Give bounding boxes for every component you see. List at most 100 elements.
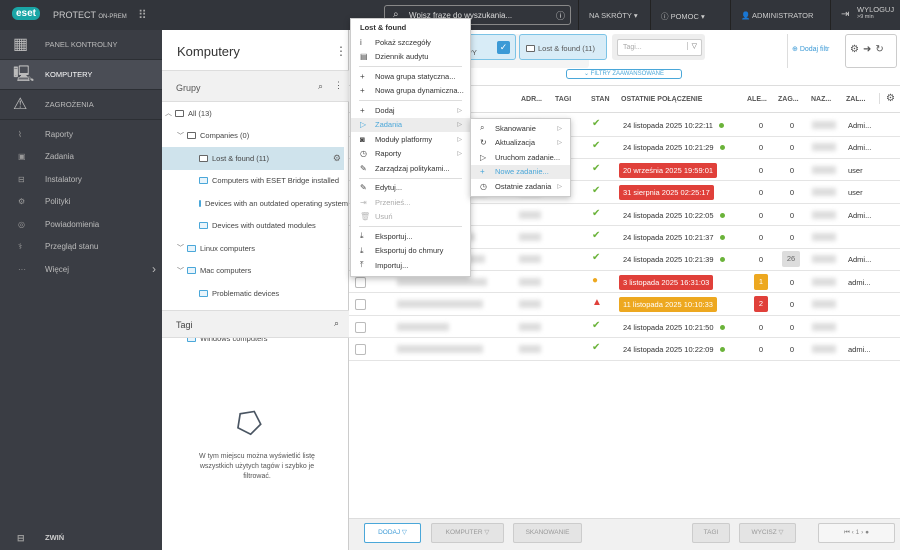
gear-icon[interactable]: ⚙ bbox=[333, 153, 341, 164]
sidebar-item-warning[interactable]: ⚠ ZAGROŻENIA bbox=[0, 90, 162, 120]
help-icon[interactable]: ⓘ bbox=[556, 9, 565, 22]
sidebar-item-tasks[interactable]: ▣ Zadania bbox=[0, 146, 162, 169]
tree-item[interactable]: Lost & found (11) ⚙ bbox=[162, 147, 344, 170]
menu-item[interactable]: ⌕ Skanowanie ▷ bbox=[471, 121, 570, 136]
threats-count: 0 bbox=[789, 210, 795, 220]
menu-item[interactable]: ⇥ Przenieś... bbox=[351, 195, 470, 210]
row-checkbox[interactable] bbox=[355, 321, 366, 333]
table-row[interactable]: ✔ 24 listopada 2025 10:21:50 0 0 bbox=[349, 316, 900, 339]
column-header[interactable]: ZAL... bbox=[846, 96, 865, 103]
menu-item[interactable]: ✎ Zarządzaj politykami... bbox=[351, 161, 470, 176]
chevron-down-icon[interactable]: ﹀ bbox=[177, 266, 187, 276]
menu-item[interactable]: ▷ Zadania ▷ bbox=[351, 117, 470, 132]
menu-item[interactable]: ▷ Uruchom zadanie... bbox=[471, 150, 570, 165]
apps-grid-icon[interactable]: ⠿ bbox=[138, 8, 147, 22]
groups-panel: Komputery ⋮ Grupy ⌕ ⋮ ︿ All (13) ﹀ Companies … bbox=[162, 30, 349, 550]
search-icon[interactable]: ⌕ bbox=[334, 318, 339, 329]
column-header[interactable]: NAZ... bbox=[811, 96, 831, 103]
menu-item[interactable]: ⤓ Eksportuj do chmury bbox=[351, 244, 470, 259]
collapse-sidebar-button[interactable]: ⊟ ZWIŃ bbox=[17, 533, 64, 543]
computer-button[interactable]: KOMPUTER ▽ bbox=[431, 523, 504, 543]
advanced-filters-button[interactable]: ⌄ FILTRY ZAAWANSOWANE bbox=[566, 69, 682, 79]
group-filter-chip[interactable]: Lost & found (11) bbox=[519, 34, 607, 60]
reports-icon: ⌇ bbox=[18, 129, 22, 139]
menu-item[interactable]: ↻ Aktualizacja ▷ bbox=[471, 136, 570, 151]
column-header[interactable]: ZAG... bbox=[778, 96, 799, 103]
more-options-icon[interactable]: ⋮ bbox=[335, 44, 347, 58]
menu-item[interactable]: ✎ Edytuj... bbox=[351, 181, 470, 196]
menu-item[interactable]: + Nowa grupa dynamiczna... bbox=[351, 84, 470, 99]
menu-item[interactable]: ◙ Moduły platformy ▷ bbox=[351, 132, 470, 147]
tree-item[interactable]: ︿ All (13) bbox=[162, 102, 344, 125]
sidebar-item-dashboard[interactable]: ▦ PANEL KONTROLNY bbox=[0, 30, 162, 60]
menu-item[interactable]: ▤ Dziennik audytu bbox=[351, 50, 470, 65]
logout-button[interactable]: ⇥ WYLOGUJ >9 min bbox=[830, 0, 900, 30]
column-header[interactable]: OSTATNIE POŁĄCZENIE bbox=[621, 96, 702, 103]
user-menu[interactable]: 👤 ADMINISTRATOR bbox=[730, 0, 830, 30]
table-row[interactable]: ✔ 24 listopada 2025 10:22:09 0 0 admi... bbox=[349, 338, 900, 361]
menu-item[interactable]: + Dodaj ▷ bbox=[351, 103, 470, 118]
tree-item[interactable]: Problematic devices bbox=[162, 282, 344, 305]
tree-item[interactable]: Devices with an outdated operating syste… bbox=[162, 192, 348, 215]
online-dot-icon bbox=[719, 257, 725, 263]
chevron-down-icon[interactable]: ﹀ bbox=[177, 243, 187, 253]
name-redacted bbox=[812, 165, 836, 174]
first-page-icon[interactable]: ⏮ bbox=[844, 529, 850, 536]
tree-item[interactable]: ﹀ Linux computers bbox=[162, 237, 344, 260]
add-filter-button[interactable]: ⊕ Dodaj filtr bbox=[787, 34, 840, 68]
address-redacted bbox=[519, 255, 541, 264]
logged-user: Admi... bbox=[848, 121, 872, 130]
refresh-icon[interactable]: ↻ bbox=[875, 44, 887, 55]
more-options-icon[interactable]: ⋮ bbox=[334, 80, 343, 91]
subgroups-checkbox[interactable]: ✓ bbox=[497, 41, 510, 54]
tags-button[interactable]: TAGI bbox=[692, 523, 730, 543]
tags-filter-select[interactable]: Tagi... ▽ bbox=[617, 39, 702, 56]
gear-icon[interactable]: ⚙ bbox=[850, 44, 863, 55]
search-icon[interactable]: ⌕ bbox=[318, 81, 323, 92]
add-button[interactable]: DODAJ ▽ bbox=[364, 523, 421, 543]
mute-button[interactable]: WYCISZ ▽ bbox=[739, 523, 796, 543]
eset-logo[interactable]: eset bbox=[12, 7, 41, 20]
sidebar-item-reports[interactable]: ⌇ Raporty bbox=[0, 123, 162, 146]
sidebar-item-notifications[interactable]: ◎ Powiadomienia bbox=[0, 213, 162, 236]
groups-header: Grupy ⌕ ⋮ bbox=[162, 70, 349, 102]
sidebar-item-status[interactable]: ⚕ Przegląd stanu bbox=[0, 236, 162, 259]
column-header[interactable]: STAN bbox=[591, 96, 610, 103]
help-menu[interactable]: ⓘ POMOC ▾ bbox=[650, 0, 730, 30]
prev-page-icon[interactable]: ‹ bbox=[852, 529, 854, 536]
sidebar-item-installers[interactable]: ⊟ Instalatory bbox=[0, 168, 162, 191]
menu-item[interactable]: i Pokaż szczegóły bbox=[351, 35, 470, 50]
menu-item[interactable]: ⤒ Importuj... bbox=[351, 258, 470, 273]
menu-item[interactable]: ◷ Raporty ▷ bbox=[351, 147, 470, 162]
tree-item[interactable]: Devices with outdated modules bbox=[162, 215, 344, 238]
menu-item[interactable]: ⤓ Eksportuj... bbox=[351, 229, 470, 244]
tree-item[interactable]: ﹀ Mac computers bbox=[162, 260, 344, 283]
threats-count: 0 bbox=[789, 188, 795, 198]
menu-item[interactable]: ◷ Ostatnie zadania ▷ bbox=[471, 179, 570, 194]
tree-item[interactable]: ﹀ Companies (0) bbox=[162, 125, 344, 148]
column-header[interactable]: ALE... bbox=[747, 96, 767, 103]
tree-item[interactable]: Computers with ESET Bridge installed bbox=[162, 170, 344, 193]
chevron-down-icon[interactable]: ﹀ bbox=[177, 131, 187, 141]
row-checkbox[interactable] bbox=[355, 276, 366, 288]
row-checkbox[interactable] bbox=[355, 299, 366, 311]
table-row[interactable]: ▲ 11 listopada 2025 10:10:33 2 0 bbox=[349, 293, 900, 316]
menu-item[interactable]: + Nowe zadanie... bbox=[471, 164, 570, 179]
chevron-up-icon[interactable]: ︿ bbox=[165, 108, 175, 118]
arrow-right-icon[interactable]: ➜ bbox=[863, 44, 875, 55]
name-redacted bbox=[812, 255, 836, 264]
column-header[interactable]: ADR... bbox=[521, 96, 542, 103]
menu-item[interactable]: + Nowa grupa statyczna... bbox=[351, 69, 470, 84]
scan-button[interactable]: SKANOWANIE bbox=[513, 523, 582, 543]
row-checkbox[interactable] bbox=[355, 344, 366, 355]
next-page-icon[interactable]: › bbox=[861, 529, 863, 536]
page-settings-icon[interactable]: ● bbox=[865, 529, 869, 536]
sidebar-item-policies[interactable]: ⚙ Polityki bbox=[0, 191, 162, 214]
column-header[interactable]: TAGI bbox=[555, 96, 571, 103]
status-ok-icon: ✔ bbox=[592, 185, 601, 197]
shortcuts-menu[interactable]: NA SKRÓTY ▾ bbox=[578, 0, 650, 30]
sidebar-item-more[interactable]: ··· Więcej › bbox=[0, 258, 162, 281]
sidebar-item-computers[interactable]: 🖳 KOMPUTERY bbox=[0, 60, 162, 90]
menu-item[interactable]: 🗑 Usuń bbox=[351, 210, 470, 225]
column-settings-icon[interactable]: ⚙ bbox=[879, 93, 895, 104]
